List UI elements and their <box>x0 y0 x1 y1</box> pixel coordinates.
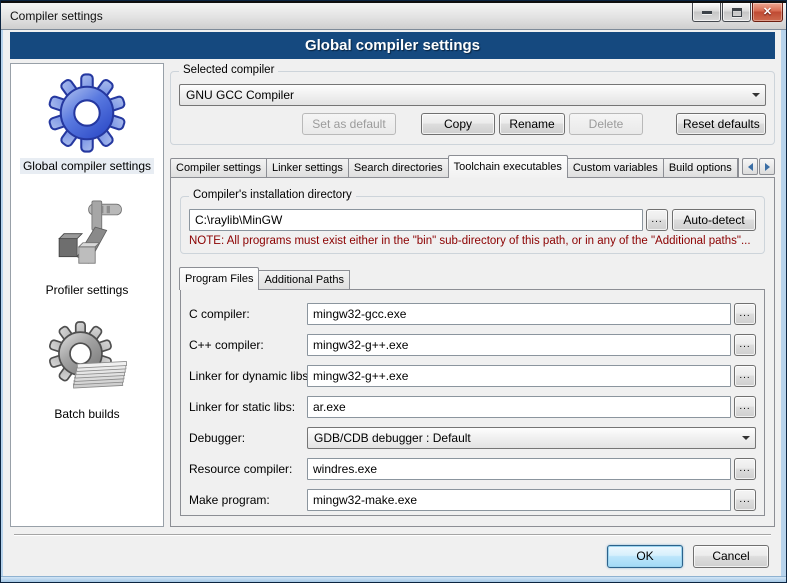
sidebar-item-global-compiler-settings[interactable]: Global compiler settings <box>11 72 163 174</box>
field-label: Linker for dynamic libs: <box>189 369 307 383</box>
field-label: Linker for static libs: <box>189 400 307 414</box>
program-tabs: Program FilesAdditional Paths <box>180 268 765 290</box>
field-row-resource-compiler: Resource compiler:... <box>189 458 756 480</box>
page-title: Global compiler settings <box>10 32 775 59</box>
minimize-button[interactable] <box>692 3 721 22</box>
sidebar-item-label: Profiler settings <box>43 282 132 298</box>
settings-tabs: Compiler settingsLinker settingsSearch d… <box>170 155 738 178</box>
tab-search-directories[interactable]: Search directories <box>349 158 449 178</box>
dialog-client-area: Global compiler settings <box>3 30 781 576</box>
right-arrow-icon <box>765 163 770 171</box>
make-program-browse-button[interactable]: ... <box>734 489 756 511</box>
subtab-program-files[interactable]: Program Files <box>179 267 259 290</box>
field-label: C++ compiler: <box>189 338 307 352</box>
tab-compiler-settings[interactable]: Compiler settings <box>170 158 267 178</box>
selected-compiler-select[interactable]: GNU GCC Compiler <box>179 84 766 106</box>
field-row-c-compiler: C compiler:... <box>189 303 756 325</box>
linker-for-static-libs-input[interactable] <box>307 396 731 418</box>
chevron-down-icon <box>738 436 753 440</box>
field-label: Make program: <box>189 493 307 507</box>
install-directory-browse-button[interactable]: ... <box>646 209 668 231</box>
note-text: NOTE: All programs must exist either in … <box>189 235 756 247</box>
gray-gear-stack-icon <box>46 320 128 402</box>
field-label: Debugger: <box>189 431 307 445</box>
maximize-button[interactable] <box>722 3 751 22</box>
sidebar-item-batch-builds[interactable]: Batch builds <box>11 320 163 422</box>
reset-defaults-button[interactable]: Reset defaults <box>676 113 766 135</box>
settings-category-list: Global compiler settings Profiler settin… <box>10 63 164 527</box>
copy-button[interactable]: Copy <box>421 113 495 135</box>
sidebar-item-label: Global compiler settings <box>20 158 154 174</box>
ok-button[interactable]: OK <box>607 545 683 568</box>
install-directory-group: Compiler's installation directory ... Au… <box>180 196 765 254</box>
c-compiler-input[interactable] <box>307 303 731 325</box>
resource-compiler-input[interactable] <box>307 458 731 480</box>
resource-compiler-browse-button[interactable]: ... <box>734 458 756 480</box>
subtab-additional-paths[interactable]: Additional Paths <box>259 270 350 290</box>
tab-build-options[interactable]: Build options <box>664 158 738 178</box>
install-directory-input[interactable] <box>189 209 643 231</box>
linker-for-dynamic-libs-browse-button[interactable]: ... <box>734 365 756 387</box>
linker-for-dynamic-libs-input[interactable] <box>307 365 731 387</box>
delete-button: Delete <box>569 113 643 135</box>
tab-scroll-buttons <box>739 158 775 175</box>
maximize-icon <box>732 8 742 17</box>
tab-scroll-left-button[interactable] <box>742 158 758 175</box>
cancel-button[interactable]: Cancel <box>693 545 769 568</box>
sidebar-item-profiler-settings[interactable]: Profiler settings <box>11 196 163 298</box>
make-program-input[interactable] <box>307 489 731 511</box>
page-title-text: Global compiler settings <box>305 37 480 54</box>
window-bottom-border <box>1 576 786 582</box>
window-title: Compiler settings <box>10 9 103 23</box>
settings-tabstrip: Compiler settingsLinker settingsSearch d… <box>170 155 775 178</box>
selected-compiler-group-label: Selected compiler <box>179 64 278 76</box>
titlebar[interactable]: Compiler settings ✕ <box>1 1 786 30</box>
dialog-body: Global compiler settings Profiler settin… <box>10 63 775 527</box>
tab-linker-settings[interactable]: Linker settings <box>267 158 349 178</box>
debugger-select[interactable]: GDB/CDB debugger : Default <box>307 427 756 449</box>
field-row-linker-for-dynamic-libs: Linker for dynamic libs:... <box>189 365 756 387</box>
selected-compiler-group: Selected compiler GNU GCC Compiler Set a… <box>170 71 775 145</box>
close-icon: ✕ <box>763 7 772 18</box>
install-directory-row: ... Auto-detect <box>189 209 756 231</box>
left-arrow-icon <box>748 163 753 171</box>
combo-value: GDB/CDB debugger : Default <box>314 431 738 445</box>
blue-gear-icon <box>46 72 128 154</box>
set-as-default-button: Set as default <box>302 113 396 135</box>
window-controls: ✕ <box>692 3 783 22</box>
tab-custom-variables[interactable]: Custom variables <box>568 158 664 178</box>
dialog-footer-buttons: OK Cancel <box>10 536 775 576</box>
rename-button[interactable]: Rename <box>499 113 565 135</box>
install-directory-group-label: Compiler's installation directory <box>189 189 356 201</box>
close-button[interactable]: ✕ <box>752 3 783 22</box>
selected-compiler-value: GNU GCC Compiler <box>186 88 748 102</box>
linker-for-static-libs-browse-button[interactable]: ... <box>734 396 756 418</box>
toolchain-executables-page: Compiler's installation directory ... Au… <box>170 177 775 527</box>
tab-scroll-right-button[interactable] <box>759 158 775 175</box>
tab-toolchain-executables[interactable]: Toolchain executables <box>448 155 568 178</box>
cplusplus-compiler-browse-button[interactable]: ... <box>734 334 756 356</box>
field-label: Resource compiler: <box>189 462 307 476</box>
main-panel: Selected compiler GNU GCC Compiler Set a… <box>170 63 775 527</box>
chevron-down-icon <box>748 93 763 97</box>
field-label: C compiler: <box>189 307 307 321</box>
sidebar-item-label: Batch builds <box>51 406 122 422</box>
compiler-action-buttons: Set as default CopyRenameDelete Reset defa… <box>179 113 766 135</box>
cplusplus-compiler-input[interactable] <box>307 334 731 356</box>
field-row-make-program: Make program:... <box>189 489 756 511</box>
minimize-icon <box>702 11 712 14</box>
program-files-page: C compiler:...C++ compiler:...Linker for… <box>180 289 765 516</box>
field-row-debugger: Debugger: GDB/CDB debugger : Default <box>189 427 756 449</box>
compiler-settings-dialog: Compiler settings ✕ Global compiler sett… <box>0 0 787 583</box>
auto-detect-button[interactable]: Auto-detect <box>672 209 756 231</box>
field-row-cplusplus-compiler: C++ compiler:... <box>189 334 756 356</box>
caliper-icon <box>46 196 128 278</box>
field-row-linker-for-static-libs: Linker for static libs:... <box>189 396 756 418</box>
c-compiler-browse-button[interactable]: ... <box>734 303 756 325</box>
